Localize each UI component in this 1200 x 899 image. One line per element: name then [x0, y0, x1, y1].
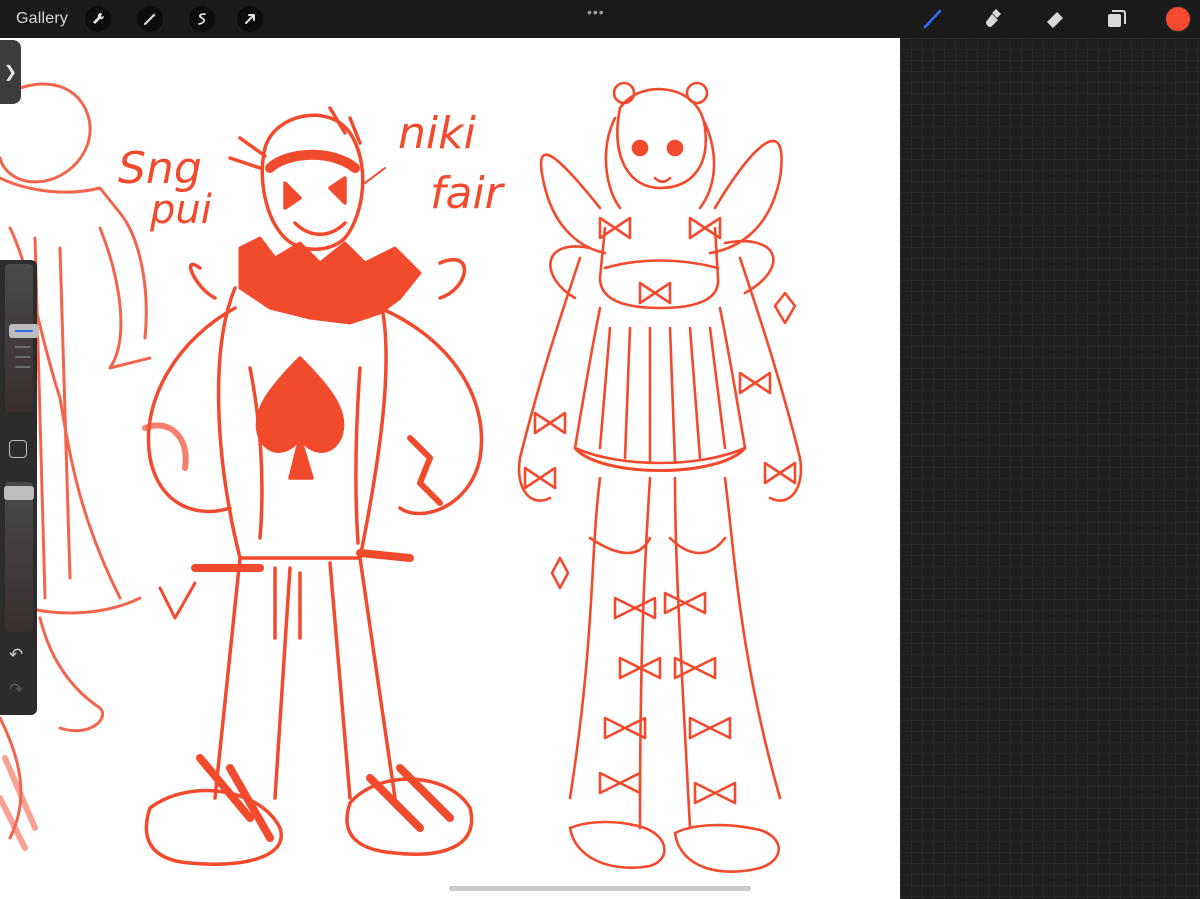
- color-picker-button[interactable]: [1166, 7, 1190, 31]
- home-indicator[interactable]: [449, 886, 751, 891]
- gallery-button[interactable]: Gallery: [16, 10, 68, 28]
- label-pui: pui: [149, 187, 212, 233]
- redo-icon[interactable]: ↷: [9, 680, 23, 700]
- opacity-handle[interactable]: [4, 486, 34, 500]
- top-toolbar: Gallery •••: [0, 0, 1200, 38]
- undo-icon[interactable]: ↶: [9, 645, 23, 665]
- scribble-mark: [158, 581, 197, 620]
- brush-icon[interactable]: [920, 6, 946, 32]
- chevron-right-icon: ❯: [3, 64, 18, 81]
- magic-wand-icon[interactable]: [137, 6, 163, 32]
- label-niki: niki: [398, 108, 477, 159]
- more-options-icon[interactable]: •••: [587, 4, 605, 20]
- size-ticks: [15, 346, 31, 376]
- brush-size-handle[interactable]: [9, 324, 39, 338]
- figure-niki-fair: [517, 81, 803, 873]
- label-fair: fair: [430, 168, 506, 219]
- opacity-slider[interactable]: [4, 482, 34, 632]
- brush-size-slider[interactable]: [5, 264, 39, 412]
- sketch-artwork: Sng pui niki fair: [0, 81, 803, 873]
- workspace-background: [900, 38, 1200, 899]
- smudge-icon[interactable]: [981, 6, 1007, 32]
- wrench-icon[interactable]: [85, 6, 111, 32]
- sidebar-toggle-button[interactable]: ❯: [0, 40, 21, 104]
- handwritten-labels: Sng pui niki fair: [118, 108, 506, 233]
- eraser-icon[interactable]: [1042, 6, 1068, 32]
- left-sidebar: ↶ ↷: [0, 260, 39, 715]
- layers-icon[interactable]: [1104, 6, 1130, 32]
- selection-icon[interactable]: [189, 6, 215, 32]
- drawing-canvas[interactable]: Sng pui niki fair: [0, 38, 900, 899]
- modify-button[interactable]: [9, 440, 27, 458]
- transform-arrow-icon[interactable]: [237, 6, 263, 32]
